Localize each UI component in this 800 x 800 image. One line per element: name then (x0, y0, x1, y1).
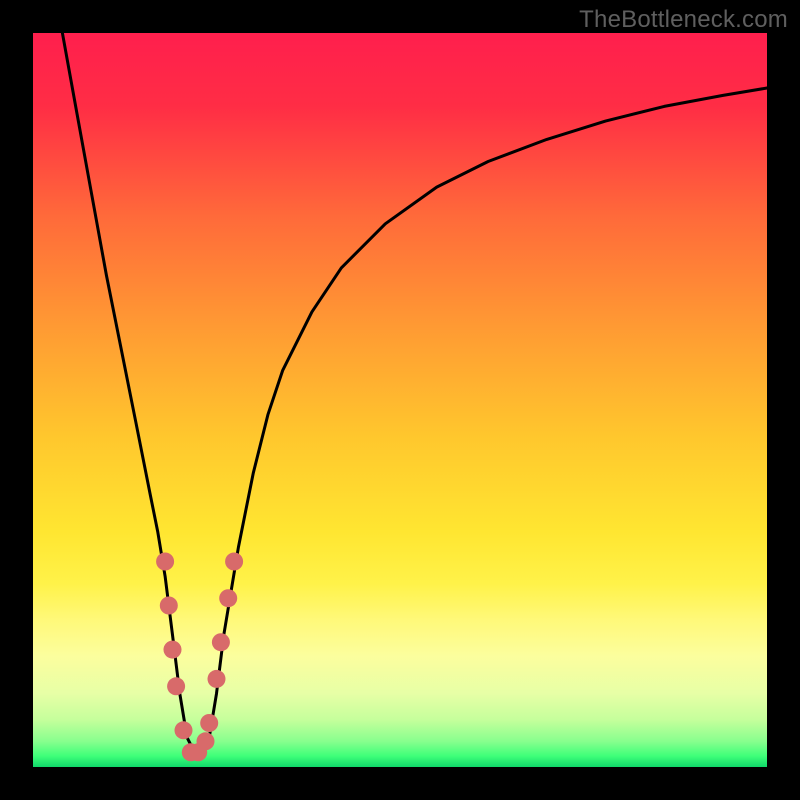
data-marker (200, 714, 218, 732)
data-marker (208, 670, 226, 688)
data-markers (156, 553, 243, 762)
outer-frame: TheBottleneck.com (0, 0, 800, 800)
plot-area (33, 33, 767, 767)
data-marker (197, 732, 215, 750)
data-marker (175, 721, 193, 739)
data-marker (160, 597, 178, 615)
data-marker (225, 553, 243, 571)
data-marker (212, 633, 230, 651)
data-marker (219, 589, 237, 607)
data-marker (167, 677, 185, 695)
data-marker (156, 553, 174, 571)
data-marker (164, 641, 182, 659)
watermark-text: TheBottleneck.com (579, 6, 788, 34)
chart-canvas (33, 33, 767, 767)
